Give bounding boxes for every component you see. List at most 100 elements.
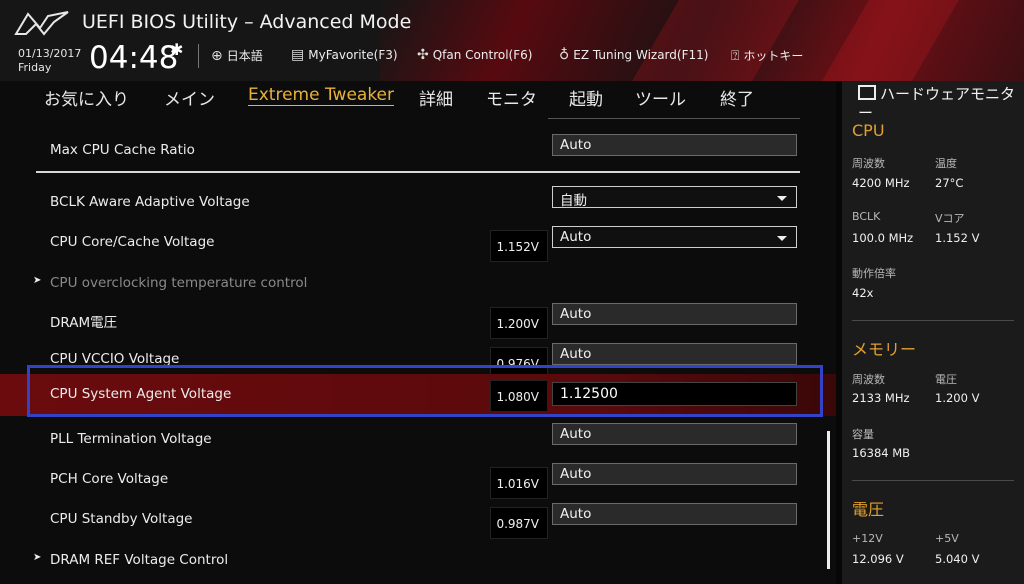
header-bar: UEFI BIOS Utility – Advanced Mode 01/13/… xyxy=(0,0,1024,81)
setting-input[interactable]: Auto xyxy=(552,423,797,445)
setting-row-pch-core-voltage[interactable]: PCH Core Voltage 1.016V Auto xyxy=(0,459,836,499)
current-voltage-readout: 1.152V xyxy=(490,230,548,262)
setting-row-bclk-aware-adaptive-voltage[interactable]: BCLK Aware Adaptive Voltage 自動 xyxy=(0,182,836,222)
voltage-section-heading: 電圧 xyxy=(852,500,885,519)
ratio-value: 42x xyxy=(852,286,874,300)
submenu-label: DRAM REF Voltage Control xyxy=(50,552,229,568)
tab-advanced[interactable]: 詳細 xyxy=(419,85,453,110)
settings-panel: Max CPU Cache Ratio Auto BCLK Aware Adap… xyxy=(0,114,836,584)
setting-label: CPU System Agent Voltage xyxy=(50,386,232,402)
setting-row-cpu-core-cache-voltage[interactable]: CPU Core/Cache Voltage 1.152V Auto xyxy=(0,222,836,262)
help-icon: ⍰ xyxy=(731,47,740,64)
current-voltage-readout: 1.016V xyxy=(490,467,548,499)
voltage-value: 1.016V xyxy=(496,477,539,491)
rog-logo-icon xyxy=(14,11,69,36)
ez-tuning-label: EZ Tuning Wizard(F11) xyxy=(573,48,709,62)
setting-value: Auto xyxy=(560,466,592,482)
setting-row-cpu-standby-voltage[interactable]: CPU Standby Voltage 0.987V Auto xyxy=(0,499,836,539)
bclk-label: BCLK xyxy=(852,210,881,223)
hardware-monitor-panel: ハードウェアモニター CPU 周波数 温度 4200 MHz 27°C BCLK… xyxy=(836,81,1024,584)
tab-boot[interactable]: 起動 xyxy=(569,85,603,110)
cpu-temp-value: 27°C xyxy=(935,176,964,190)
tab-monitor[interactable]: モニタ xyxy=(486,85,537,110)
tab-favorites[interactable]: お気に入り xyxy=(44,85,129,110)
setting-input[interactable]: Auto xyxy=(552,343,797,365)
scrollbar[interactable] xyxy=(827,431,830,569)
setting-dropdown[interactable]: 自動 xyxy=(552,186,797,209)
current-voltage-readout: 1.080V xyxy=(490,380,548,412)
setting-label: CPU Core/Cache Voltage xyxy=(50,234,215,250)
date-text: 01/13/2017 xyxy=(18,47,82,60)
voltage-value: 0.976V xyxy=(496,357,539,371)
mem-freq-value: 2133 MHz xyxy=(852,391,910,405)
setting-input[interactable]: Auto xyxy=(552,463,797,485)
monitor-icon xyxy=(858,85,876,100)
setting-row-max-cpu-cache-ratio[interactable]: Max CPU Cache Ratio Auto xyxy=(0,130,836,170)
setting-label: PLL Termination Voltage xyxy=(50,431,212,447)
submenu-dram-ref-voltage-control[interactable]: ➤ DRAM REF Voltage Control xyxy=(0,540,836,580)
tab-extreme-tweaker[interactable]: Extreme Tweaker xyxy=(248,85,395,106)
submenu-label: CPU overclocking temperature control xyxy=(50,275,308,291)
v5-value: 5.040 V xyxy=(935,552,980,566)
mem-volt-label: 電圧 xyxy=(935,373,957,386)
memory-section-heading: メモリー xyxy=(852,340,917,359)
setting-row-dram-voltage[interactable]: DRAM電圧 1.200V Auto xyxy=(0,299,836,339)
clock-display: 04:48 xyxy=(89,40,179,76)
setting-row-pll-termination-voltage[interactable]: PLL Termination Voltage Auto xyxy=(0,419,836,459)
setting-label: BCLK Aware Adaptive Voltage xyxy=(50,194,250,210)
mem-capacity-value: 16384 MB xyxy=(852,446,911,460)
myfavorite-label: MyFavorite(F3) xyxy=(308,48,398,62)
setting-dropdown[interactable]: Auto xyxy=(552,226,797,248)
setting-value: Auto xyxy=(560,306,592,322)
setting-row-cpu-vccio-voltage[interactable]: CPU VCCIO Voltage 0.976V Auto xyxy=(0,339,836,379)
favorite-list-icon: ▤ xyxy=(291,47,305,63)
chevron-right-icon: ➤ xyxy=(33,275,42,286)
tab-exit[interactable]: 終了 xyxy=(720,85,754,110)
myfavorite-button[interactable]: ▤ MyFavorite(F3) xyxy=(291,47,398,63)
hotkeys-button[interactable]: ⍰ ホットキー xyxy=(731,47,803,64)
setting-input[interactable]: Auto xyxy=(552,303,797,325)
cpu-section-heading: CPU xyxy=(852,121,885,140)
setting-value: Auto xyxy=(560,506,592,522)
setting-value: 自動 xyxy=(560,193,587,209)
voltage-value: 0.987V xyxy=(496,517,539,531)
vcore-label: Vコア xyxy=(935,212,965,225)
voltage-value: 1.152V xyxy=(496,240,539,254)
setting-input[interactable]: Auto xyxy=(552,134,797,156)
gear-icon[interactable]: ✱ xyxy=(170,40,183,59)
setting-label: PCH Core Voltage xyxy=(50,471,169,487)
setting-row-cpu-system-agent-voltage[interactable]: CPU System Agent Voltage 1.080V 1.12500 xyxy=(0,374,836,416)
setting-input-active[interactable]: 1.12500 xyxy=(552,382,797,406)
app-title: UEFI BIOS Utility – Advanced Mode xyxy=(82,11,412,33)
day-text: Friday xyxy=(18,61,52,74)
hw-monitor-title: ハードウェアモニター xyxy=(858,85,1018,123)
hw-monitor-title-text: ハードウェアモニター xyxy=(858,85,1016,122)
setting-input[interactable]: Auto xyxy=(552,503,797,525)
hotkeys-label: ホットキー xyxy=(743,49,804,63)
chevron-down-icon xyxy=(777,236,787,241)
voltage-value: 1.200V xyxy=(496,317,539,331)
setting-label: DRAM電圧 xyxy=(50,315,118,331)
voltage-value: 1.080V xyxy=(496,390,539,404)
cpu-freq-value: 4200 MHz xyxy=(852,176,910,190)
cpu-temp-label: 温度 xyxy=(935,157,957,170)
ez-tuning-wizard-button[interactable]: ♁ EZ Tuning Wizard(F11) xyxy=(559,47,708,63)
cpu-freq-label: 周波数 xyxy=(852,157,885,170)
language-button[interactable]: ⊕ 日本語 xyxy=(211,47,263,64)
current-voltage-readout: 0.987V xyxy=(490,507,548,539)
setting-value: Auto xyxy=(560,137,592,153)
submenu-cpu-overclocking-temperature-control[interactable]: ➤ CPU overclocking temperature control xyxy=(0,263,836,303)
current-voltage-readout: 1.200V xyxy=(490,307,548,339)
language-label: 日本語 xyxy=(226,49,263,63)
bclk-value: 100.0 MHz xyxy=(852,231,914,245)
vcore-value: 1.152 V xyxy=(935,231,980,245)
chevron-right-icon: ➤ xyxy=(33,552,42,563)
v12-value: 12.096 V xyxy=(852,552,904,566)
section-divider xyxy=(852,480,1014,481)
setting-label: Max CPU Cache Ratio xyxy=(50,142,195,158)
tab-tool[interactable]: ツール xyxy=(635,85,686,110)
section-divider xyxy=(852,320,1014,321)
tab-main[interactable]: メイン xyxy=(164,85,215,110)
setting-label: CPU VCCIO Voltage xyxy=(50,351,180,367)
qfan-control-button[interactable]: ✣ Qfan Control(F6) xyxy=(417,47,532,63)
